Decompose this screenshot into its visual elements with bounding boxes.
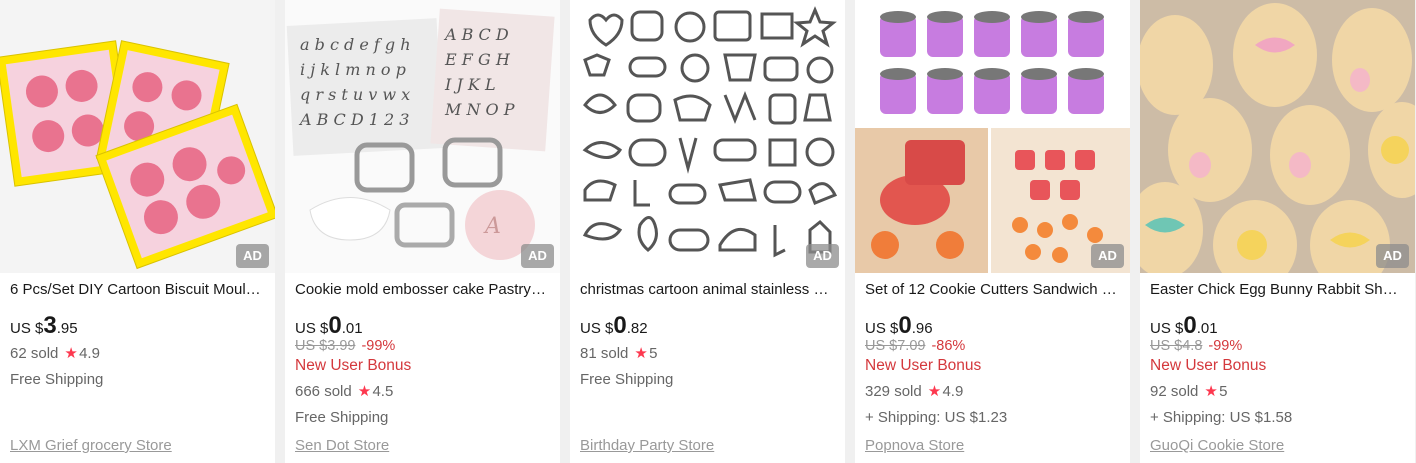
svg-text:I J K L: I J K L (444, 75, 496, 94)
easter-cookies-image (1140, 0, 1415, 273)
product-card[interactable]: AD christmas cartoon animal stainless st… (570, 0, 845, 463)
original-price: US $4.8 -99% (1150, 338, 1243, 354)
original-price: US $3.99 -99% (295, 338, 396, 354)
product-image[interactable]: AD (0, 0, 275, 273)
star-icon: ★ (634, 345, 648, 362)
product-price: US $0.01 (1150, 312, 1218, 339)
new-user-bonus: New User Bonus (865, 357, 982, 374)
pink-cookie-molds-image (0, 0, 275, 273)
product-card[interactable]: AD Easter Chick Egg Bunny Rabbit Shape C… (1140, 0, 1415, 463)
shipping-info: + Shipping: US $1.23 (865, 409, 1008, 426)
svg-text:i j k l m n o p: i j k l m n o p (300, 60, 406, 79)
discount-badge: -99% (1208, 338, 1243, 354)
product-price: US $0.82 (580, 312, 648, 339)
svg-text:A B C D: A B C D (443, 25, 509, 44)
star-icon: ★ (927, 383, 942, 400)
product-card[interactable]: AD Set of 12 Cookie Cutters Sandwich Veg… (855, 0, 1130, 463)
product-title[interactable]: Easter Chick Egg Bunny Rabbit Shape Cook… (1150, 281, 1405, 299)
sold-rating: 62 sold ★ 4.9 (10, 345, 100, 362)
store-link[interactable]: LXM Grief grocery Store (10, 437, 172, 454)
product-image[interactable]: a b c d e f g h i j k l m n o p q r s t … (285, 0, 560, 273)
svg-text:A: A (483, 214, 501, 239)
product-price: US $3.95 (10, 312, 78, 339)
svg-text:A B C D 1 2 3: A B C D 1 2 3 (298, 110, 409, 129)
sold-rating: 92 sold ★ 5 (1150, 383, 1228, 400)
star-icon: ★ (64, 345, 78, 362)
store-link[interactable]: Sen Dot Store (295, 437, 389, 454)
ad-badge: AD (521, 244, 554, 268)
product-image[interactable]: AD (1140, 0, 1415, 273)
svg-text:a b c d e f g h: a b c d e f g h (300, 35, 411, 54)
product-price: US $0.96 (865, 312, 933, 339)
vegetable-cutters-image (855, 0, 1130, 273)
discount-badge: -99% (361, 338, 396, 354)
product-title[interactable]: Set of 12 Cookie Cutters Sandwich Vegeta… (865, 281, 1120, 299)
product-title[interactable]: christmas cartoon animal stainless steel… (580, 281, 835, 299)
sold-rating: 666 sold ★ 4.5 (295, 383, 394, 400)
product-image[interactable]: AD (855, 0, 1130, 273)
original-price: US $7.09 -86% (865, 338, 966, 354)
product-card[interactable]: AD 6 Pcs/Set DIY Cartoon Biscuit Mould C… (0, 0, 275, 463)
store-link[interactable]: Popnova Store (865, 437, 964, 454)
store-link[interactable]: GuoQi Cookie Store (1150, 437, 1284, 454)
new-user-bonus: New User Bonus (295, 357, 412, 374)
product-title[interactable]: 6 Pcs/Set DIY Cartoon Biscuit Mould Cook… (10, 281, 265, 299)
letter-embosser-image: a b c d e f g h i j k l m n o p q r s t … (285, 0, 560, 273)
sold-rating: 81 sold ★ 5 (580, 345, 658, 362)
svg-text:M N O P: M N O P (444, 100, 515, 119)
ad-badge: AD (1376, 244, 1409, 268)
shipping-info: Free Shipping (295, 409, 389, 426)
product-price: US $0.01 (295, 312, 363, 339)
svg-text:q r s t u v w x: q r s t u v w x (300, 85, 410, 104)
shipping-info: Free Shipping (580, 371, 674, 388)
svg-text:E F G H: E F G H (444, 50, 511, 69)
discount-badge: -86% (931, 338, 966, 354)
product-title[interactable]: Cookie mold embosser cake Pastry alphabe… (295, 281, 550, 299)
metal-cutters-grid-image (570, 0, 845, 273)
new-user-bonus: New User Bonus (1150, 357, 1267, 374)
star-icon: ★ (357, 383, 372, 400)
ad-badge: AD (806, 244, 839, 268)
ad-badge: AD (236, 244, 269, 268)
store-link[interactable]: Birthday Party Store (580, 437, 714, 454)
star-icon: ★ (1204, 383, 1218, 400)
shipping-info: + Shipping: US $1.58 (1150, 409, 1293, 426)
ad-badge: AD (1091, 244, 1124, 268)
shipping-info: Free Shipping (10, 371, 104, 388)
product-card[interactable]: a b c d e f g h i j k l m n o p q r s t … (285, 0, 560, 463)
sold-rating: 329 sold ★ 4.9 (865, 383, 964, 400)
product-grid: AD 6 Pcs/Set DIY Cartoon Biscuit Mould C… (0, 0, 1416, 463)
product-image[interactable]: AD (570, 0, 845, 273)
